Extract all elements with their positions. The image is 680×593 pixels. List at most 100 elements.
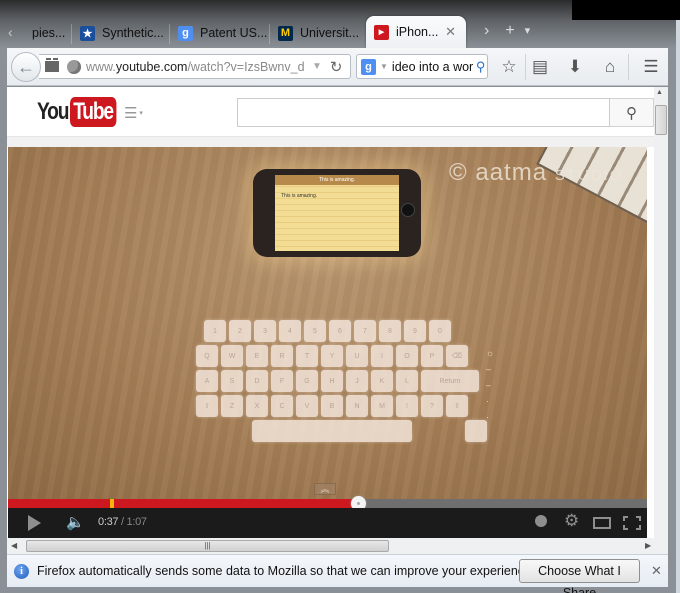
navigation-toolbar: www.youtube.com/watch?v=IzsBwnv_d ▼ ↻ ← … xyxy=(7,48,668,86)
bookmark-star-icon[interactable]: ☆ xyxy=(497,55,521,79)
keyboard-key: ⇧ xyxy=(196,395,218,417)
vertical-scrollbar[interactable]: ▲ ▼ xyxy=(654,87,668,546)
scroll-right-arrow-icon[interactable]: ▶ xyxy=(645,541,651,550)
tab-pies[interactable]: pies... xyxy=(24,18,72,48)
video-progress-bar[interactable] xyxy=(8,496,647,511)
choose-what-i-share-button[interactable]: Choose What I Share xyxy=(519,559,640,593)
keyboard-key: M xyxy=(371,395,393,417)
tab-label: Synthetic... xyxy=(102,26,164,40)
vertical-scroll-thumb[interactable] xyxy=(655,105,667,135)
reload-icon[interactable]: ↻ xyxy=(330,58,343,76)
keyboard-key: Z xyxy=(221,395,243,417)
tab-university[interactable]: M Universit... xyxy=(270,18,366,48)
scroll-up-arrow-icon[interactable]: ▲ xyxy=(656,89,663,96)
keyboard-row: ⇧ Z X C V B N M!? ⇧ xyxy=(196,395,496,417)
keyboard-key: A xyxy=(196,370,218,392)
keyboard-key: C xyxy=(271,395,293,417)
keyboard-key: 9 xyxy=(404,320,426,342)
notification-text: Firefox automatically sends some data to… xyxy=(37,564,535,578)
play-button[interactable] xyxy=(28,515,41,531)
settings-gear-icon[interactable]: ⚙ xyxy=(564,511,579,531)
fullscreen-icon[interactable] xyxy=(623,516,641,530)
menu-icon[interactable]: ☰ xyxy=(639,55,663,79)
keyboard-key: D xyxy=(246,370,268,392)
tab-iphone-active[interactable]: ▶ iPhon... ✕ xyxy=(366,16,466,48)
search-engine-dropdown-icon[interactable]: ▼ xyxy=(380,62,388,71)
keyboard-hide-key xyxy=(465,420,487,442)
phone-screen: This is amazing. This is amazing. xyxy=(275,175,399,251)
url-host-prefix: www. xyxy=(86,59,116,74)
home-icon[interactable]: ⌂ xyxy=(598,55,622,79)
keyboard-key: Y xyxy=(321,345,343,367)
video-player[interactable]: This is amazing. This is amazing. © aatm… xyxy=(8,147,647,499)
keyboard-key: I xyxy=(371,345,393,367)
search-bar[interactable]: g ▼ ideo into a wor ⚲ xyxy=(356,54,488,79)
page-content: You Tube ☰ ▾ ⚲ This is amazing. This is … xyxy=(7,87,654,538)
keyboard-key: F xyxy=(271,370,293,392)
watermark-studio-text: STUDIO xyxy=(554,167,624,184)
keyboard-key: J xyxy=(346,370,368,392)
tab-scroll-right-button[interactable]: › xyxy=(484,22,489,40)
keyboard-key: 0 xyxy=(429,320,451,342)
back-button[interactable]: ← xyxy=(11,52,41,82)
keyboard-row: 1234567890 xyxy=(204,320,496,342)
search-go-icon[interactable]: ⚲ xyxy=(476,59,486,75)
keyboard-key: E xyxy=(246,345,268,367)
duration: 1:07 xyxy=(126,516,148,528)
horizontal-scroll-thumb[interactable]: ||| xyxy=(26,540,389,552)
keyboard-key: X xyxy=(246,395,268,417)
keyboard-spacebar xyxy=(252,420,412,442)
tab-label: iPhon... xyxy=(396,25,439,39)
scroll-left-arrow-icon[interactable]: ◀ xyxy=(11,541,17,550)
keyboard-key: ? xyxy=(421,395,443,417)
youtube-search-input[interactable] xyxy=(237,98,610,127)
keyboard-key: 4 xyxy=(279,320,301,342)
guide-icon: ☰ xyxy=(124,105,138,123)
keyboard-side-indicators: ☼ – – · · xyxy=(486,348,495,422)
keyboard-key: G xyxy=(296,370,318,392)
search-input[interactable]: ideo into a wor xyxy=(392,60,474,74)
progress-ad-marker xyxy=(109,499,114,508)
keyboard-key: 2 xyxy=(229,320,251,342)
new-tab-button[interactable]: + xyxy=(505,22,514,40)
keyboard-key: T xyxy=(296,345,318,367)
expand-chevron-icon[interactable]: ︽ xyxy=(314,483,336,495)
tab-scroll-left-button[interactable]: ‹ xyxy=(8,24,13,40)
list-all-tabs-button[interactable]: ▾ xyxy=(525,24,531,40)
keyboard-key: 7 xyxy=(354,320,376,342)
watch-later-icon[interactable] xyxy=(535,515,547,527)
close-notification-icon[interactable]: ✕ xyxy=(651,563,662,579)
toolbar-divider xyxy=(628,54,629,80)
tab-close-icon[interactable]: ✕ xyxy=(445,24,456,40)
google-favicon-icon: g xyxy=(178,25,193,41)
tab-strip: ‹ pies... ★ Synthetic... g Patent US... … xyxy=(0,14,680,48)
tab-patent[interactable]: g Patent US... xyxy=(170,18,270,48)
tab-synthetic[interactable]: ★ Synthetic... xyxy=(72,18,170,48)
player-controls: 🔈 0:37 / 1:07 ⚙ xyxy=(8,508,647,538)
url-text[interactable]: www.youtube.com/watch?v=IzsBwnv_d xyxy=(86,60,308,74)
projected-keyboard: 1 2 3 4 5 6 7 8 9 0 Q W E R T Y U I O P ⌫ A S D F G H J K L Return ⇧ Z X C… xyxy=(196,320,496,445)
toolbar-divider xyxy=(525,54,526,80)
keyboard-key: W xyxy=(221,345,243,367)
tab-controls: › + ▾ xyxy=(484,22,530,40)
keyboard-row: A S D F G H J K L Return xyxy=(196,370,496,392)
keyboard-key: U xyxy=(346,345,368,367)
downloads-icon[interactable]: ⬇ xyxy=(563,55,587,79)
volume-icon[interactable]: 🔈 xyxy=(66,513,85,531)
header-spacer xyxy=(7,137,654,147)
theater-mode-icon[interactable] xyxy=(593,517,611,529)
globe-icon[interactable] xyxy=(67,59,81,74)
keyboard-key: ! xyxy=(396,395,418,417)
keyboard-key: S xyxy=(221,370,243,392)
youtube-search-button[interactable]: ⚲ xyxy=(610,98,654,127)
guide-menu-button[interactable]: ☰ ▾ xyxy=(124,104,143,122)
google-search-engine-icon[interactable]: g xyxy=(361,58,376,75)
youtube-logo[interactable]: You Tube xyxy=(37,97,128,127)
reading-list-icon[interactable]: ▤ xyxy=(528,55,552,79)
url-history-dropdown-icon[interactable]: ▼ xyxy=(312,61,322,72)
star-favicon-icon: ★ xyxy=(80,25,95,41)
url-bar[interactable]: www.youtube.com/watch?v=IzsBwnv_d ▼ ↻ xyxy=(39,54,351,79)
tab-groups-icon[interactable] xyxy=(45,58,59,72)
horizontal-scrollbar[interactable]: ◀ ||| ▶ xyxy=(7,538,654,554)
keyboard-key: P xyxy=(421,345,443,367)
